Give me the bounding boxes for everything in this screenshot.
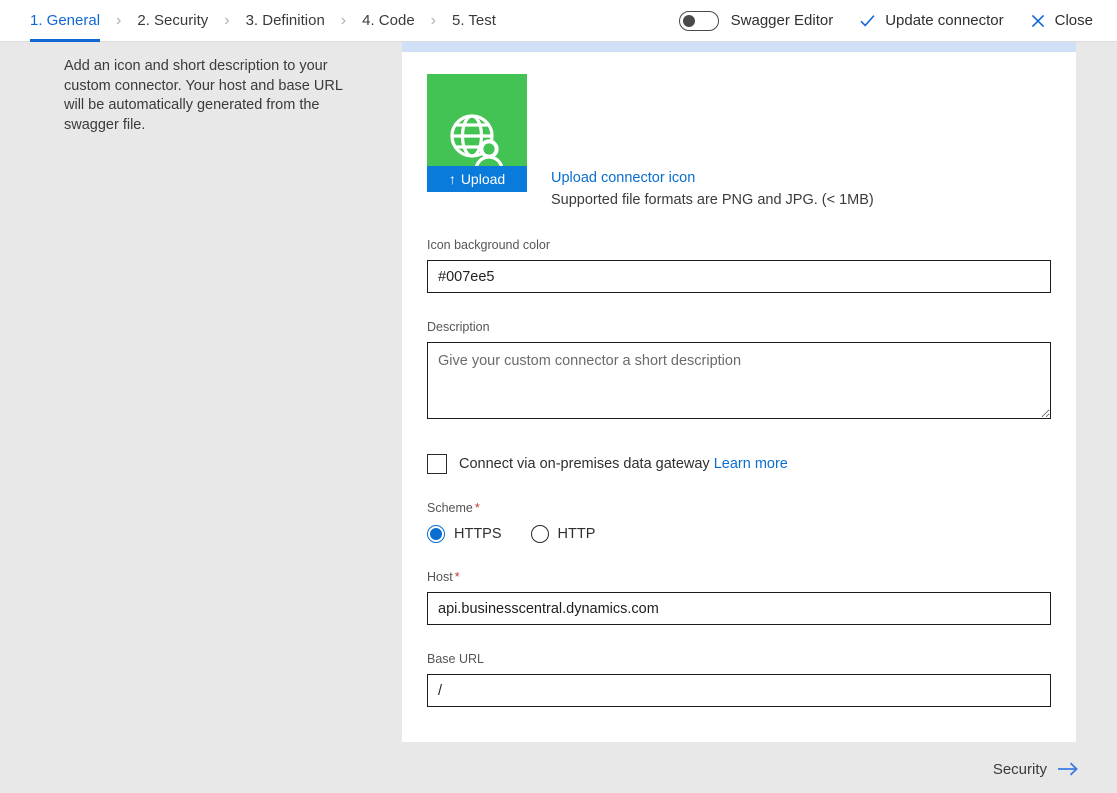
update-connector-label: Update connector bbox=[885, 12, 1004, 29]
checkmark-icon bbox=[860, 15, 875, 27]
connector-icon-row: ↑ Upload Upload connector icon Supported… bbox=[427, 74, 1051, 211]
base-url-label: Base URL bbox=[427, 652, 484, 666]
arrow-right-icon bbox=[1058, 762, 1078, 776]
next-step-label: Security bbox=[992, 760, 1047, 778]
scheme-option-http[interactable]: HTTP bbox=[530, 525, 596, 543]
scheme-option-https-label: HTTPS bbox=[454, 526, 502, 542]
host-field: Host * bbox=[427, 570, 1051, 625]
tab-security[interactable]: 2. Security bbox=[137, 0, 208, 42]
toggle-knob bbox=[682, 14, 695, 27]
upload-arrow-icon: ↑ bbox=[448, 171, 456, 187]
chevron-right-icon-2: › bbox=[224, 11, 230, 29]
host-required-marker: * bbox=[454, 570, 460, 584]
toggle-switch-icon bbox=[678, 10, 719, 31]
gateway-checkbox-row: Connect via on-premises data gateway Lea… bbox=[427, 454, 1051, 474]
description-label: Description bbox=[427, 320, 490, 334]
scheme-label-text: Scheme bbox=[427, 501, 473, 515]
wizard-tabs: 1. General › 2. Security › 3. Definition… bbox=[0, 0, 496, 42]
chevron-right-icon-4: › bbox=[430, 11, 436, 29]
scheme-option-http-label: HTTP bbox=[557, 526, 596, 542]
tab-general-label: 1. General bbox=[30, 12, 101, 29]
icon-background-color-field: Icon background color bbox=[427, 238, 1051, 293]
scheme-option-https[interactable]: HTTPS bbox=[427, 525, 502, 543]
base-url-field: Base URL bbox=[427, 652, 1051, 707]
upload-button-label: Upload bbox=[460, 171, 506, 187]
left-panel-description: Add an icon and short description to you… bbox=[64, 58, 343, 133]
scheme-required-marker: * bbox=[474, 501, 480, 515]
globe-person-icon bbox=[445, 110, 509, 174]
learn-more-link[interactable]: Learn more bbox=[714, 456, 788, 472]
next-step-security-button[interactable]: Security bbox=[993, 761, 1079, 778]
chevron-right-icon-1: › bbox=[116, 11, 122, 29]
icon-background-color-input[interactable] bbox=[427, 260, 1051, 293]
gateway-checkbox-label: Connect via on-premises data gateway Lea… bbox=[459, 455, 788, 474]
base-url-input[interactable] bbox=[427, 674, 1051, 707]
host-label-text: Host bbox=[427, 570, 453, 584]
swagger-editor-toggle[interactable]: Swagger Editor bbox=[678, 10, 834, 31]
tab-test[interactable]: 5. Test bbox=[452, 0, 496, 42]
page-scroll-area[interactable]: General information Add an icon and shor… bbox=[0, 0, 1117, 745]
description-field: Description bbox=[427, 320, 1051, 424]
swagger-editor-label: Swagger Editor bbox=[730, 12, 834, 29]
upload-connector-icon-link[interactable]: Upload connector icon bbox=[551, 169, 874, 188]
tab-code[interactable]: 4. Code bbox=[362, 0, 415, 42]
radio-https-icon bbox=[427, 525, 445, 543]
general-information-card: General information bbox=[402, 25, 1076, 742]
tab-definition[interactable]: 3. Definition bbox=[246, 0, 325, 42]
host-input[interactable] bbox=[427, 592, 1051, 625]
header-actions: Swagger Editor Update connector Close bbox=[678, 0, 1117, 42]
close-icon bbox=[1031, 14, 1044, 27]
upload-format-hint: Supported file formats are PNG and JPG. … bbox=[551, 192, 874, 208]
update-connector-button[interactable]: Update connector bbox=[859, 12, 1004, 29]
radio-http-icon bbox=[530, 525, 549, 543]
close-button[interactable]: Close bbox=[1030, 12, 1093, 29]
scheme-label: Scheme * bbox=[427, 501, 1051, 516]
upload-icon-button[interactable]: ↑ Upload bbox=[427, 166, 527, 192]
scheme-radio-group: HTTPS HTTP bbox=[427, 525, 1051, 543]
tab-security-label: 2. Security bbox=[137, 12, 209, 29]
wizard-footer: Security bbox=[0, 745, 1117, 793]
host-label: Host * bbox=[427, 570, 1051, 585]
wizard-header: 1. General › 2. Security › 3. Definition… bbox=[0, 0, 1117, 42]
gateway-checkbox[interactable] bbox=[427, 454, 447, 474]
chevron-right-icon-3: › bbox=[340, 11, 347, 29]
custom-connector-general-page: General information Add an icon and shor… bbox=[0, 0, 1117, 793]
description-input[interactable] bbox=[427, 342, 1051, 419]
tab-code-label: 4. Code bbox=[362, 12, 415, 29]
gateway-checkbox-text: Connect via on-premises data gateway bbox=[459, 455, 710, 472]
tab-test-label: 5. Test bbox=[452, 12, 496, 29]
connector-icon-text: Upload connector icon Supported file for… bbox=[551, 74, 874, 211]
connector-icon-tile[interactable]: ↑ Upload bbox=[427, 74, 527, 192]
tab-definition-label: 3. Definition bbox=[245, 12, 325, 29]
card-body: ↑ Upload Upload connector icon Supported… bbox=[402, 52, 1076, 707]
tab-general[interactable]: 1. General bbox=[30, 0, 101, 42]
close-label: Close bbox=[1054, 12, 1093, 29]
scheme-field: Scheme * HTTPS HTTP bbox=[427, 501, 1051, 543]
icon-background-color-label: Icon background color bbox=[427, 238, 550, 252]
